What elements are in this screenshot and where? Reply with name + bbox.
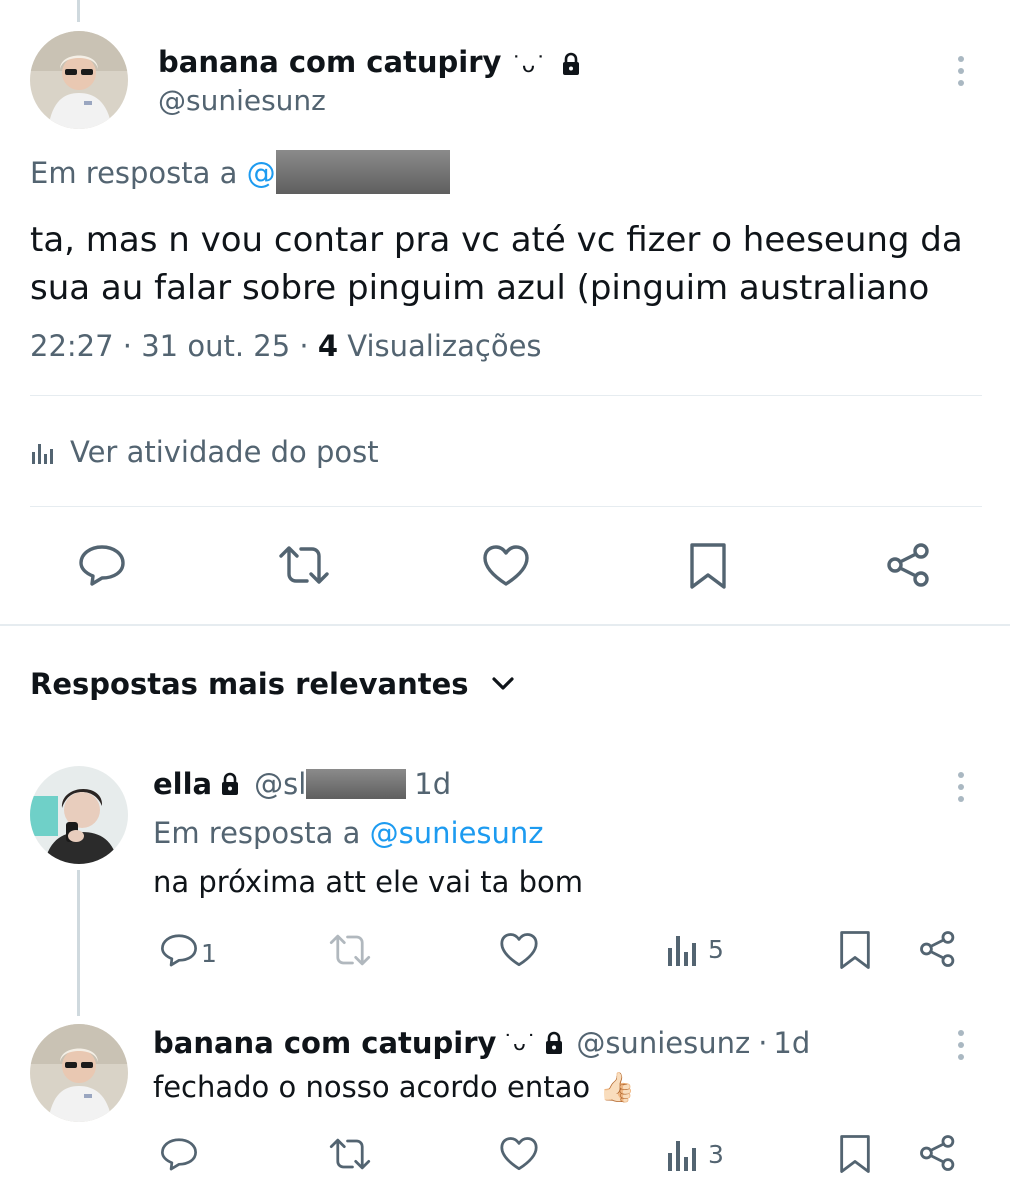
share-icon: [887, 543, 929, 587]
author-name[interactable]: banana com catupiry: [153, 1024, 496, 1062]
bookmark-button[interactable]: [688, 542, 728, 590]
views-count: 3: [708, 1139, 724, 1169]
reply-time[interactable]: 1d: [773, 1024, 810, 1062]
redacted-handle: [275, 150, 450, 194]
like-button[interactable]: [482, 544, 530, 588]
share-button[interactable]: [885, 542, 933, 588]
views-label: Visualizações: [347, 329, 542, 363]
reply-button[interactable]: [78, 543, 126, 587]
views-button[interactable]: 3: [666, 1137, 724, 1171]
author-handle[interactable]: @sl: [254, 765, 306, 803]
reply-to-handle[interactable]: @: [247, 156, 276, 190]
reply-text: na próxima att ele vai ta bom: [153, 865, 584, 899]
heart-icon: [500, 933, 538, 967]
reply-to-prefix: Em resposta a: [30, 156, 238, 190]
separator: ·: [299, 329, 309, 363]
replies-sort-label: Respostas mais relevantes: [30, 667, 469, 701]
like-button[interactable]: [499, 932, 539, 968]
section-divider: [0, 624, 1010, 626]
views-count: 4: [317, 329, 339, 363]
lock-icon: [220, 772, 240, 796]
share-button[interactable]: [918, 930, 958, 968]
lock-icon: [561, 52, 581, 76]
chevron-down-icon: [491, 676, 515, 692]
reply-text-body: fechado o nosso acordo entao: [153, 1070, 591, 1104]
bookmark-icon: [690, 543, 726, 589]
reply-button[interactable]: 1: [160, 932, 217, 968]
analytics-icon: [30, 440, 56, 464]
reply-count: 1: [201, 938, 217, 968]
like-button[interactable]: [499, 1136, 539, 1172]
repost-icon: [279, 546, 329, 584]
repost-button[interactable]: [328, 1136, 372, 1172]
views-button[interactable]: 5: [666, 932, 724, 966]
post-text-line: sua au falar sobre pinguim azul (pinguim…: [30, 268, 930, 308]
reply-to-line: Em resposta a @suniesunz: [153, 814, 544, 852]
post-activity-link[interactable]: Ver atividade do post: [30, 432, 379, 472]
reply-icon: [79, 545, 125, 586]
thumbs-up-emoji: 👍🏻: [599, 1070, 636, 1104]
repost-button[interactable]: [328, 932, 372, 968]
repost-icon: [329, 1138, 371, 1170]
replies-sort-dropdown[interactable]: Respostas mais relevantes: [30, 664, 515, 704]
reply-button[interactable]: [160, 1136, 198, 1172]
author-handle[interactable]: @suniesunz: [576, 1024, 750, 1062]
reply-icon: [161, 934, 197, 967]
divider: [30, 395, 982, 396]
author-handle[interactable]: @suniesunz: [158, 84, 326, 118]
heart-icon: [500, 1137, 538, 1171]
avatar[interactable]: [30, 1024, 128, 1122]
author-emoji: ˙ᴗ˙: [510, 53, 547, 78]
reply-time[interactable]: 1d: [414, 765, 451, 803]
more-options-icon[interactable]: [956, 1030, 966, 1060]
more-options-icon[interactable]: [956, 56, 966, 86]
repost-icon: [329, 934, 371, 966]
post-time[interactable]: 22:27: [30, 329, 114, 363]
analytics-icon: [668, 936, 696, 966]
reply-author[interactable]: ella @sl 1d: [153, 765, 451, 803]
redacted-handle: [306, 769, 407, 799]
separator: ·: [758, 1026, 768, 1060]
author-emoji: ˙ᴗ˙: [502, 1031, 537, 1055]
reply-text: fechado o nosso acordo entao 👍🏻: [153, 1068, 635, 1106]
share-button[interactable]: [918, 1134, 958, 1172]
activity-label[interactable]: Ver atividade do post: [70, 432, 379, 472]
thread-line-top: [77, 0, 80, 22]
lock-icon: [544, 1031, 564, 1055]
bookmark-icon: [840, 1135, 870, 1173]
author-name[interactable]: banana com catupiry: [158, 45, 501, 79]
avatar[interactable]: [30, 766, 128, 864]
bookmark-icon: [840, 931, 870, 969]
author-name[interactable]: ella: [153, 765, 212, 803]
post-date[interactable]: 31 out. 25: [141, 329, 290, 363]
views-count: 5: [708, 934, 724, 964]
reply-icon: [161, 1138, 197, 1171]
bookmark-button[interactable]: [838, 930, 872, 970]
divider: [30, 506, 982, 507]
avatar[interactable]: [30, 31, 128, 129]
share-icon: [920, 1135, 955, 1171]
reply-to-prefix: Em resposta a: [153, 816, 361, 850]
bookmark-button[interactable]: [838, 1134, 872, 1174]
reply-author[interactable]: banana com catupiry ˙ᴗ˙ @suniesunz · 1d: [153, 1024, 810, 1062]
more-options-icon[interactable]: [956, 772, 966, 802]
analytics-icon: [668, 1141, 696, 1171]
reply-to-handle[interactable]: @suniesunz: [370, 816, 544, 850]
share-icon: [920, 931, 955, 967]
repost-button[interactable]: [277, 544, 331, 586]
post-meta: 22:27 · 31 out. 25 · 4 Visualizações: [30, 327, 542, 365]
post-text-line: ta, mas n vou contar pra vc até vc fizer…: [30, 220, 963, 260]
heart-icon: [483, 545, 529, 586]
post-author[interactable]: banana com catupiry ˙ᴗ˙: [158, 44, 581, 84]
post-text: ta, mas n vou contar pra vc até vc fizer…: [30, 216, 963, 312]
separator: ·: [122, 329, 133, 363]
thread-line: [77, 870, 80, 1016]
reply-to-line: Em resposta a @: [30, 150, 450, 194]
